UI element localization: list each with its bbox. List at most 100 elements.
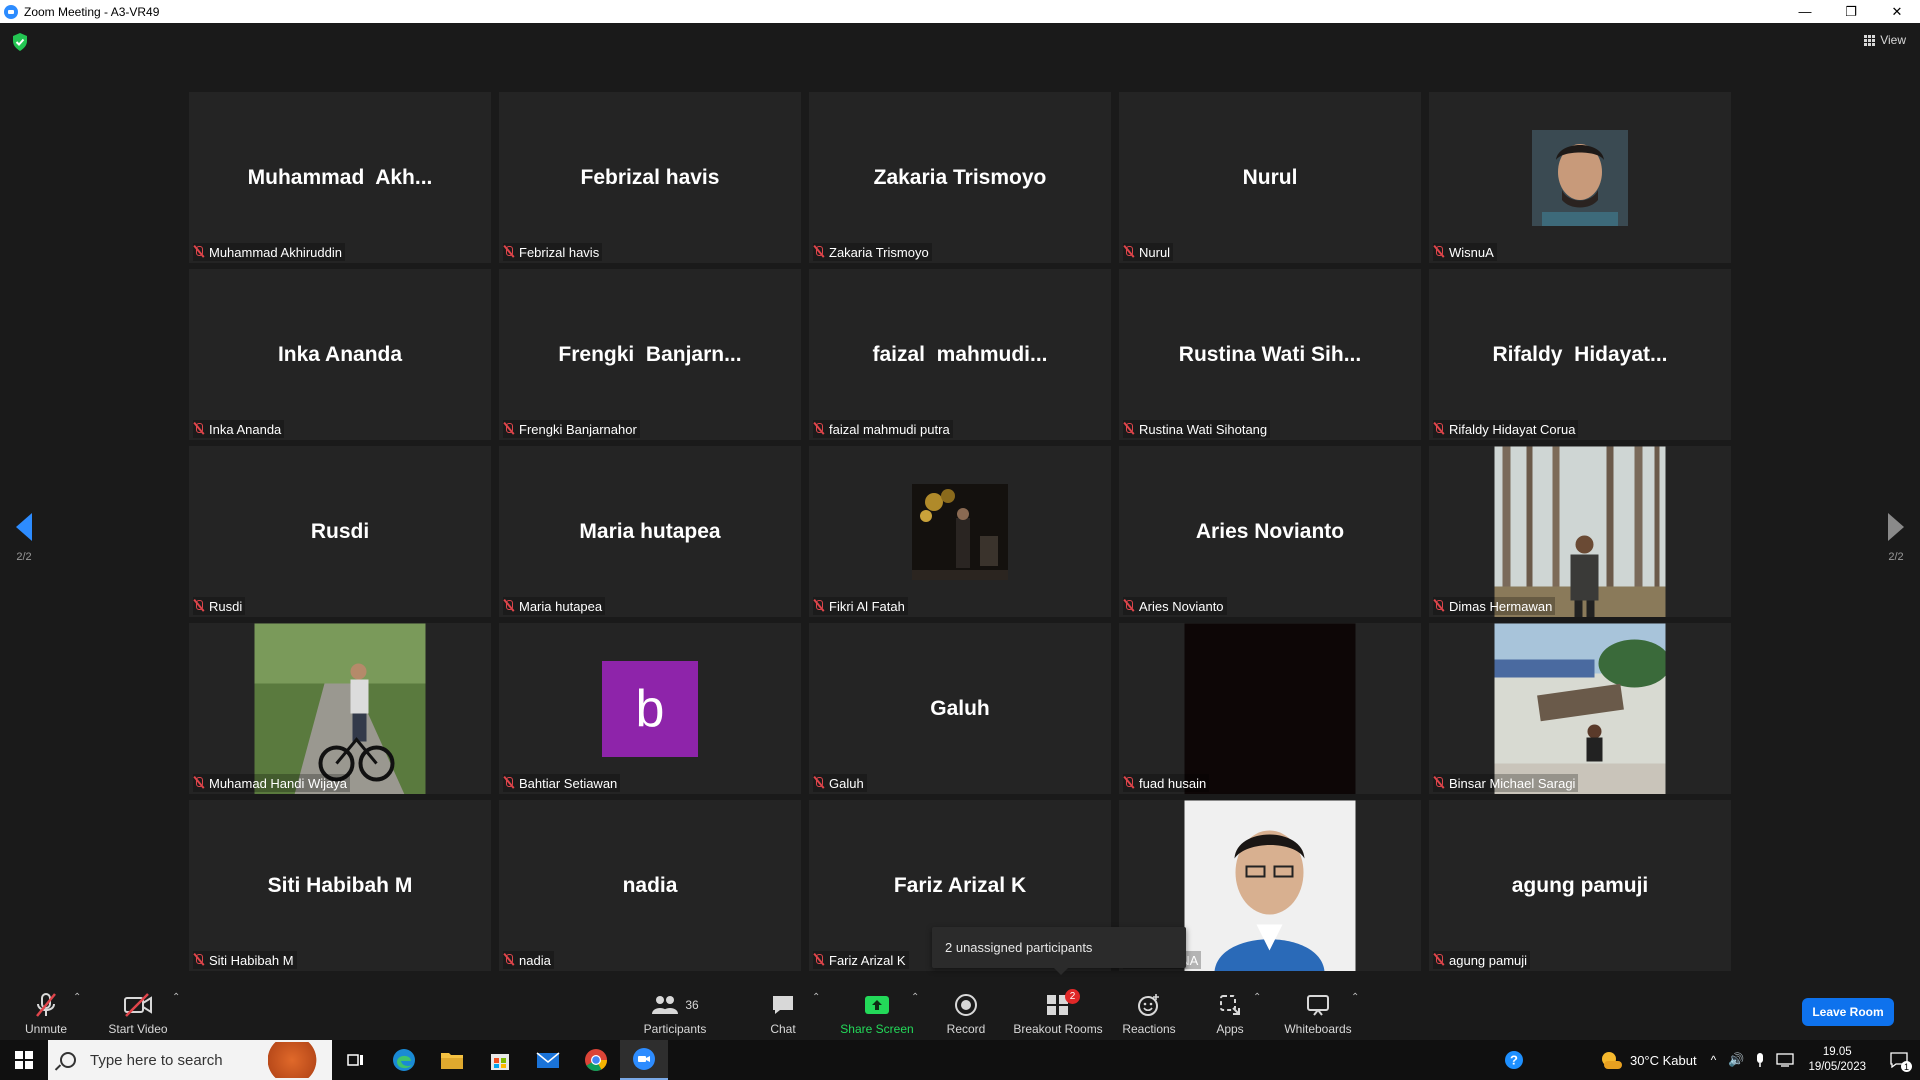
participants-button[interactable]: 36 Participants [640, 980, 710, 1040]
mic-muted-icon [193, 422, 205, 436]
zoom-taskbar-icon[interactable] [620, 1040, 668, 1080]
clock-date: 19/05/2023 [1808, 1061, 1866, 1073]
participant-label: Nurul [1123, 243, 1174, 261]
reactions-button[interactable]: Reactions [1121, 980, 1177, 1040]
participant-tile[interactable]: Muhamad Handi Wijaya [189, 623, 491, 794]
apps-options-caret-icon[interactable]: ⌃ [1253, 992, 1261, 1003]
notification-center-button[interactable]: 1 [1884, 1040, 1914, 1080]
unassigned-participants-tooltip[interactable]: 2 unassigned participants [932, 927, 1186, 975]
help-icon[interactable]: ? [1490, 1040, 1538, 1080]
participant-tile[interactable]: Zakaria Trismoyo Zakaria Trismoyo [809, 92, 1111, 263]
participant-tile[interactable]: Muhammad Akh... Muhammad Akhiruddin [189, 92, 491, 263]
audio-options-caret-icon[interactable]: ⌃ [73, 992, 81, 1003]
participant-label: Maria hutapea [503, 597, 606, 615]
mic-muted-icon [193, 245, 205, 259]
mic-muted-icon [503, 422, 515, 436]
chat-icon [771, 991, 795, 1019]
next-page-button[interactable]: 2/2 [1888, 513, 1904, 563]
apps-button[interactable]: Apps [1210, 980, 1250, 1040]
participant-tile[interactable]: Binsar Michael Saragi [1429, 623, 1731, 794]
participant-name: Rustina Wati Sihotang [1139, 421, 1268, 437]
participant-tile[interactable]: fuad husain [1119, 623, 1421, 794]
whiteboards-options-caret-icon[interactable]: ⌃ [1351, 992, 1359, 1003]
search-placeholder: Type here to search [90, 1051, 223, 1069]
volume-icon[interactable]: 🔊 [1728, 1052, 1744, 1068]
taskbar-clock[interactable]: 19.05 19/05/2023 [1808, 1045, 1866, 1075]
participant-label: Bahtiar Setiawan [503, 774, 621, 792]
security-shield-icon[interactable] [12, 33, 28, 51]
share-options-caret-icon[interactable]: ⌃ [911, 992, 919, 1003]
participant-name: Inka Ananda [209, 421, 282, 437]
chat-options-caret-icon[interactable]: ⌃ [812, 992, 820, 1003]
participant-tile[interactable]: Inka Ananda Inka Ananda [189, 269, 491, 440]
participant-tile[interactable]: Aries Novianto Aries Novianto [1119, 446, 1421, 617]
participant-label: Aries Novianto [1123, 597, 1227, 615]
apps-label: Apps [1216, 1022, 1244, 1036]
breakout-rooms-button[interactable]: 2 Breakout Rooms [1013, 980, 1103, 1040]
task-view-icon[interactable] [332, 1040, 380, 1080]
meeting-toolbar: Unmute ⌃ Start Video ⌃ 36 Participants C… [0, 980, 1920, 1040]
participant-tile[interactable]: WisnuA [1429, 92, 1731, 263]
windows-taskbar: Type here to search ? 30°C Kabut ^ 🔊 19.… [0, 1040, 1920, 1080]
participant-avatar: b [602, 660, 698, 757]
participant-tile[interactable]: agung pamuji agung pamuji [1429, 800, 1731, 971]
whiteboards-button[interactable]: Whiteboards [1282, 980, 1354, 1040]
edge-browser-icon[interactable] [380, 1040, 428, 1080]
mic-muted-icon [1433, 599, 1445, 613]
participants-label: Participants [643, 1022, 707, 1036]
close-button[interactable]: ✕ [1874, 0, 1920, 23]
participant-tile[interactable]: Nurul Nurul [1119, 92, 1421, 263]
share-screen-icon [864, 991, 890, 1019]
participant-tile[interactable]: b Bahtiar Setiawan [499, 623, 801, 794]
share-screen-button[interactable]: Share Screen [838, 980, 916, 1040]
participant-tile[interactable]: nadia nadia [499, 800, 801, 971]
start-button[interactable] [0, 1040, 48, 1080]
mail-icon[interactable] [524, 1040, 572, 1080]
participant-name: Zakaria Trismoyo [829, 244, 929, 260]
participant-tile[interactable]: faizal mahmudi... faizal mahmudi putra [809, 269, 1111, 440]
participant-name: Binsar Michael Saragi [1449, 775, 1576, 791]
participant-profile-photo [1494, 446, 1666, 617]
participant-tile[interactable]: Maria hutapea Maria hutapea [499, 446, 801, 617]
participant-tile[interactable]: Galuh Galuh [809, 623, 1111, 794]
previous-page-button[interactable]: 2/2 [16, 513, 32, 563]
participant-name: Galuh [829, 775, 864, 791]
participants-icon: 36 [651, 991, 699, 1019]
participant-label: Rustina Wati Sihotang [1123, 420, 1271, 438]
view-button[interactable]: View [1864, 33, 1906, 47]
participant-display-name: Maria hutapea [579, 519, 721, 543]
record-icon [954, 991, 978, 1019]
chat-button[interactable]: Chat [763, 980, 803, 1040]
participant-tile[interactable]: Rifaldy Hidayat... Rifaldy Hidayat Corua [1429, 269, 1731, 440]
participant-tile[interactable]: Frengki Banjarn... Frengki Banjarnahor [499, 269, 801, 440]
mic-muted-icon [33, 991, 59, 1019]
video-options-caret-icon[interactable]: ⌃ [172, 992, 180, 1003]
minimize-button[interactable]: — [1782, 0, 1828, 23]
leave-room-button[interactable]: Leave Room [1802, 998, 1894, 1026]
participant-tile[interactable]: Siti Habibah M Siti Habibah M [189, 800, 491, 971]
participant-label: Rusdi [193, 597, 246, 615]
participant-name: Frengki Banjarnahor [519, 421, 637, 437]
taskbar-search-box[interactable]: Type here to search [48, 1040, 332, 1080]
participant-tile[interactable]: Rustina Wati Sih... Rustina Wati Sihotan… [1119, 269, 1421, 440]
file-explorer-icon[interactable] [428, 1040, 476, 1080]
participant-tile[interactable]: Dimas Hermawan [1429, 446, 1731, 617]
microphone-tray-icon[interactable] [1754, 1052, 1766, 1068]
record-button[interactable]: Record [944, 980, 988, 1040]
show-hidden-icons-chevron-icon[interactable]: ^ [1711, 1053, 1717, 1067]
participant-name: Maria hutapea [519, 598, 603, 614]
participant-tile[interactable]: Fikri Al Fatah [809, 446, 1111, 617]
participant-name: Muhamad Handi Wijaya [209, 775, 348, 791]
microsoft-store-icon[interactable] [476, 1040, 524, 1080]
weather-text[interactable]: 30°C Kabut [1630, 1053, 1697, 1068]
participant-tile[interactable]: Rusdi Rusdi [189, 446, 491, 617]
mic-muted-icon [1123, 422, 1135, 436]
chrome-icon[interactable] [572, 1040, 620, 1080]
participant-name: Siti Habibah M [209, 952, 294, 968]
network-icon[interactable] [1776, 1053, 1795, 1067]
mic-muted-icon [193, 953, 205, 967]
start-video-button[interactable]: Start Video [106, 980, 170, 1040]
restore-button[interactable]: ❐ [1828, 0, 1874, 23]
participant-tile[interactable]: Febrizal havis Febrizal havis [499, 92, 801, 263]
unmute-button[interactable]: Unmute [22, 980, 70, 1040]
